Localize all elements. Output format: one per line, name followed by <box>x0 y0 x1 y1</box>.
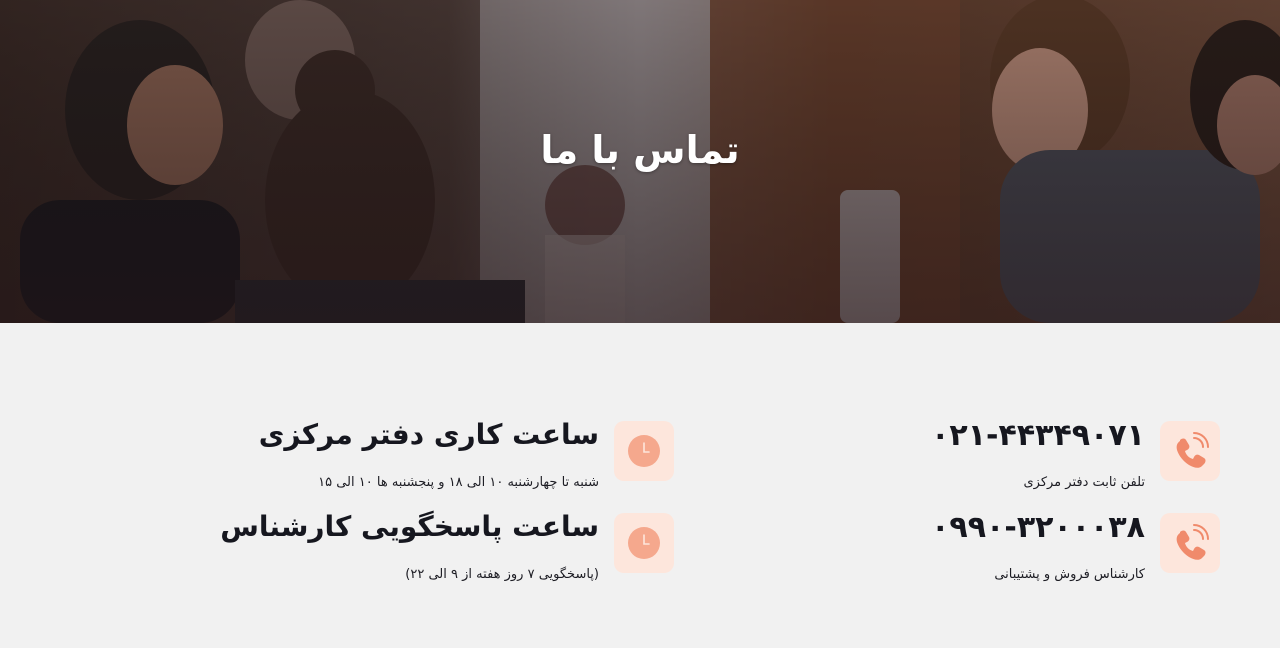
sales-phone-label: کارشناس فروش و پشتیبانی <box>994 567 1145 582</box>
office-hours-desc: شنبه تا چهارشنبه ۱۰ الی ۱۸ و پنجشنبه ها … <box>318 475 599 490</box>
clock-icon-box <box>614 421 674 481</box>
hours-card-expert: ساعت پاسخگویی کارشناس (پاسخگویی ۷ روز هف… <box>220 510 674 593</box>
phone-icon <box>1176 432 1209 468</box>
contact-card-sales-phone: ۰۹۹۰-۳۲۰۰۰۳۸ کارشناس فروش و پشتیبانی <box>931 510 1220 593</box>
clock-icon <box>628 527 660 559</box>
contact-card-office-phone: ۰۲۱-۴۴۳۴۹۰۷۱ تلفن ثابت دفتر مرکزی <box>931 418 1220 501</box>
phone-icon-box <box>1160 421 1220 481</box>
clock-icon <box>628 435 660 467</box>
office-phone-label: تلفن ثابت دفتر مرکزی <box>1023 475 1145 490</box>
phone-icon <box>1176 524 1209 560</box>
page-title: تماس با ما <box>540 128 740 172</box>
expert-hours-desc: (پاسخگویی ۷ روز هفته از ۹ الی ۲۲) <box>405 567 599 582</box>
office-phone-number[interactable]: ۰۲۱-۴۴۳۴۹۰۷۱ <box>931 418 1145 453</box>
hours-card-office: ساعت کاری دفتر مرکزی شنبه تا چهارشنبه ۱۰… <box>250 418 674 501</box>
clock-icon-box <box>614 513 674 573</box>
office-hours-title: ساعت کاری دفتر مرکزی <box>258 418 599 451</box>
hero-banner: تماس با ما <box>0 0 1280 323</box>
expert-hours-title: ساعت پاسخگویی کارشناس <box>220 510 599 543</box>
phone-icon-box <box>1160 513 1220 573</box>
sales-phone-number[interactable]: ۰۹۹۰-۳۲۰۰۰۳۸ <box>931 510 1145 545</box>
contact-info-section: ۰۲۱-۴۴۳۴۹۰۷۱ تلفن ثابت دفتر مرکزی ۰۹۹۰-۳… <box>0 323 1280 648</box>
